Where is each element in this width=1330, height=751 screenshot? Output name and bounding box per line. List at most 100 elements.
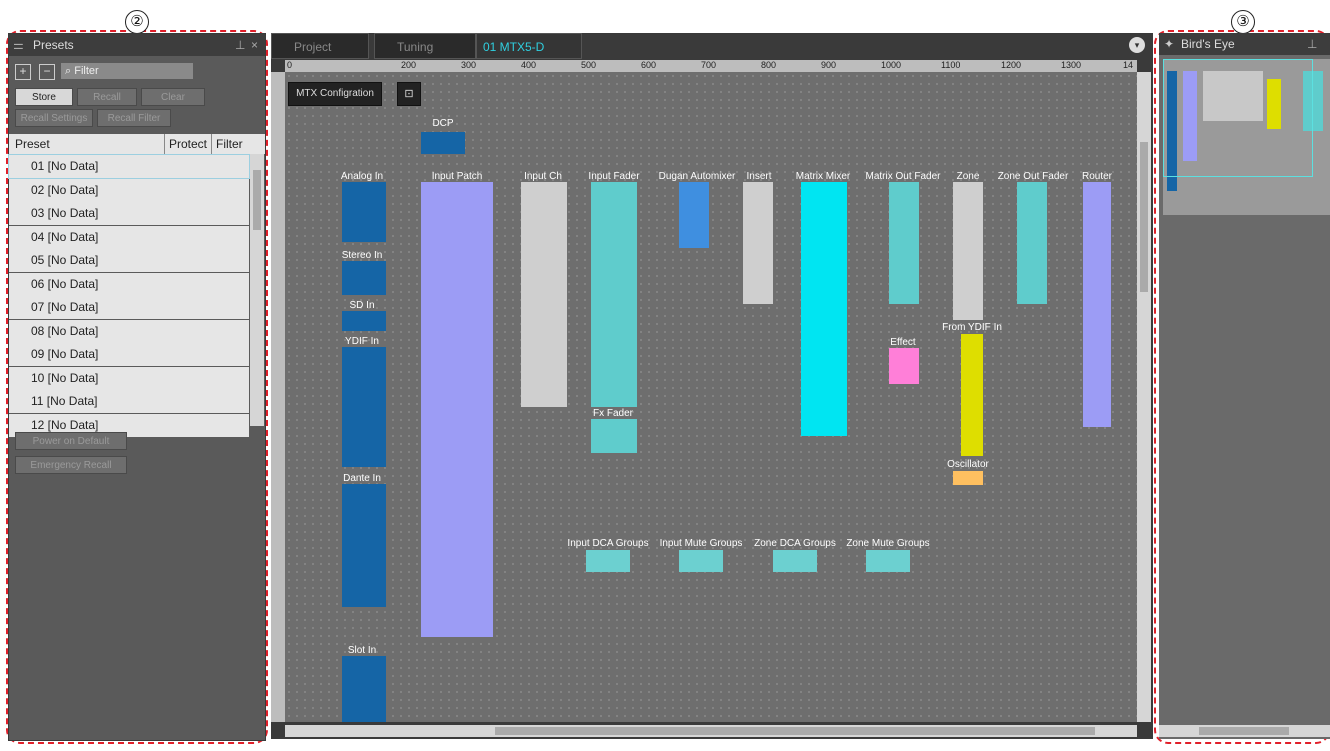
emergency-recall-button[interactable]: Emergency Recall [15, 456, 127, 474]
ruler-tick-label: 600 [641, 60, 657, 70]
input-patch-block[interactable] [421, 182, 493, 637]
input-ch-block[interactable] [521, 182, 567, 407]
preset-row-label: 01 [No Data] [31, 159, 99, 173]
ydif-in-label: YDIF In [345, 336, 379, 347]
ruler-tick-label: 1200 [1001, 60, 1022, 70]
fx-fader-label: Fx Fader [592, 408, 634, 419]
router-block[interactable] [1083, 182, 1111, 427]
tab-mtx5d[interactable]: 01 MTX5-D [476, 33, 582, 59]
horizontal-scrollbar-thumb[interactable] [495, 727, 1095, 735]
preset-row[interactable]: 05 [No Data] [9, 249, 249, 272]
preset-scrollbar[interactable] [250, 154, 264, 426]
input-dca-groups-label: Input DCA Groups [567, 538, 649, 549]
birds-eye-hscroll-thumb[interactable] [1199, 727, 1289, 735]
dugan-block[interactable] [679, 182, 709, 248]
stereo-in-block[interactable] [342, 261, 386, 295]
birds-eye-pin-icon[interactable]: ⊥ [1307, 33, 1317, 55]
input-ch-label: Input Ch [524, 171, 562, 182]
presets-icon: ⚌ [13, 38, 24, 52]
horizontal-scrollbar[interactable] [285, 725, 1137, 737]
zone-dca-groups-block[interactable] [773, 550, 817, 572]
matrix-mixer-block[interactable] [801, 182, 847, 436]
birds-eye-panel: ✦ Bird's Eye ⊥ [1159, 33, 1330, 739]
preset-row[interactable]: 03 [No Data] [9, 202, 249, 225]
fit-view-button[interactable]: ⊡ [397, 82, 421, 106]
effect-block[interactable] [889, 348, 919, 384]
diagram-canvas[interactable]: MTX Configration ⊡ DCP Analog In Stereo … [285, 72, 1137, 722]
ruler-tick-label: 400 [521, 60, 537, 70]
column-preset[interactable]: Preset [15, 134, 50, 154]
preset-row[interactable]: 08 [No Data] [9, 319, 249, 343]
insert-block[interactable] [743, 182, 773, 304]
zone-mute-groups-block[interactable] [866, 550, 910, 572]
sd-in-block[interactable] [342, 311, 386, 331]
tab-menu-icon[interactable]: ▾ [1129, 37, 1145, 53]
presets-title: Presets [33, 38, 74, 52]
input-mute-groups-block[interactable] [679, 550, 723, 572]
preset-row[interactable]: 06 [No Data] [9, 272, 249, 296]
preset-row[interactable]: 07 [No Data] [9, 296, 249, 319]
tab-tuning[interactable]: Tuning [374, 33, 476, 59]
ruler-tick-label: 700 [701, 60, 717, 70]
project-tab-label: Project [294, 40, 332, 54]
matrix-out-fader-label: Matrix Out Fader [865, 171, 941, 182]
dante-in-label: Dante In [343, 473, 381, 484]
preset-row[interactable]: 01 [No Data] [8, 154, 250, 179]
store-button[interactable]: Store [15, 88, 73, 106]
preset-row[interactable]: 02 [No Data] [9, 178, 249, 202]
column-protect[interactable]: Protect [164, 134, 207, 154]
bird-icon: ✦ [1164, 37, 1175, 51]
tuning-tab-label: Tuning [397, 40, 434, 54]
preset-row[interactable]: 10 [No Data] [9, 366, 249, 390]
ydif-in-block[interactable] [342, 347, 386, 467]
from-ydif-in-block[interactable] [961, 334, 983, 456]
callout-number-3: ③ [1231, 10, 1255, 34]
callout-number-2: ② [125, 10, 149, 34]
preview-viewport[interactable] [1163, 59, 1313, 177]
preset-row-label: 09 [No Data] [31, 347, 99, 361]
vertical-ruler [271, 72, 285, 722]
preset-row[interactable]: 11 [No Data] [9, 390, 249, 413]
dcp-block[interactable] [421, 132, 465, 154]
clear-button[interactable]: Clear [141, 88, 205, 106]
power-on-default-button[interactable]: Power on Default [15, 432, 127, 450]
filter-input[interactable]: ⌕ Filter [61, 63, 193, 79]
mtx-configuration-button[interactable]: MTX Configration [288, 82, 382, 106]
birds-eye-titlebar: ✦ Bird's Eye ⊥ [1159, 33, 1330, 55]
dante-in-block[interactable] [342, 484, 386, 607]
vertical-scrollbar[interactable] [1137, 72, 1151, 722]
ruler-tick-label: 14 [1123, 60, 1134, 70]
input-fader-label: Input Fader [588, 171, 640, 182]
preset-row[interactable]: 09 [No Data] [9, 343, 249, 366]
input-patch-label: Input Patch [431, 171, 483, 182]
vertical-scrollbar-thumb[interactable] [1140, 142, 1148, 292]
birds-eye-hscroll[interactable] [1159, 725, 1330, 737]
close-icon[interactable]: × [251, 34, 258, 56]
column-filter[interactable]: Filter [211, 134, 243, 154]
matrix-out-fader-block[interactable] [889, 182, 919, 304]
recall-button[interactable]: Recall [77, 88, 137, 106]
zone-label: Zone [956, 171, 980, 182]
tab-project[interactable]: Project [271, 33, 369, 59]
scrollbar-thumb[interactable] [253, 170, 261, 230]
mtx5d-tab-label: 01 MTX5-D [483, 40, 545, 54]
filter-placeholder: Filter [74, 65, 99, 77]
zone-out-fader-block[interactable] [1017, 182, 1047, 304]
collapse-all-button[interactable]: − [39, 64, 55, 80]
preset-row-label: 05 [No Data] [31, 253, 99, 267]
oscillator-block[interactable] [953, 471, 983, 485]
analog-in-block[interactable] [342, 182, 386, 242]
zone-block[interactable] [953, 182, 983, 320]
pin-icon[interactable]: ⊥ [235, 34, 245, 56]
fx-fader-block[interactable] [591, 419, 637, 453]
input-fader-block[interactable] [591, 182, 637, 407]
recall-settings-button[interactable]: Recall Settings [15, 109, 93, 127]
slot-in-block[interactable] [342, 656, 386, 722]
recall-filter-button[interactable]: Recall Filter [97, 109, 171, 127]
preset-row[interactable]: 04 [No Data] [9, 225, 249, 249]
input-dca-groups-block[interactable] [586, 550, 630, 572]
sd-in-label: SD In [349, 300, 375, 311]
input-mute-groups-label: Input Mute Groups [659, 538, 743, 549]
birds-eye-preview[interactable] [1163, 59, 1330, 215]
expand-all-button[interactable]: + [15, 64, 31, 80]
